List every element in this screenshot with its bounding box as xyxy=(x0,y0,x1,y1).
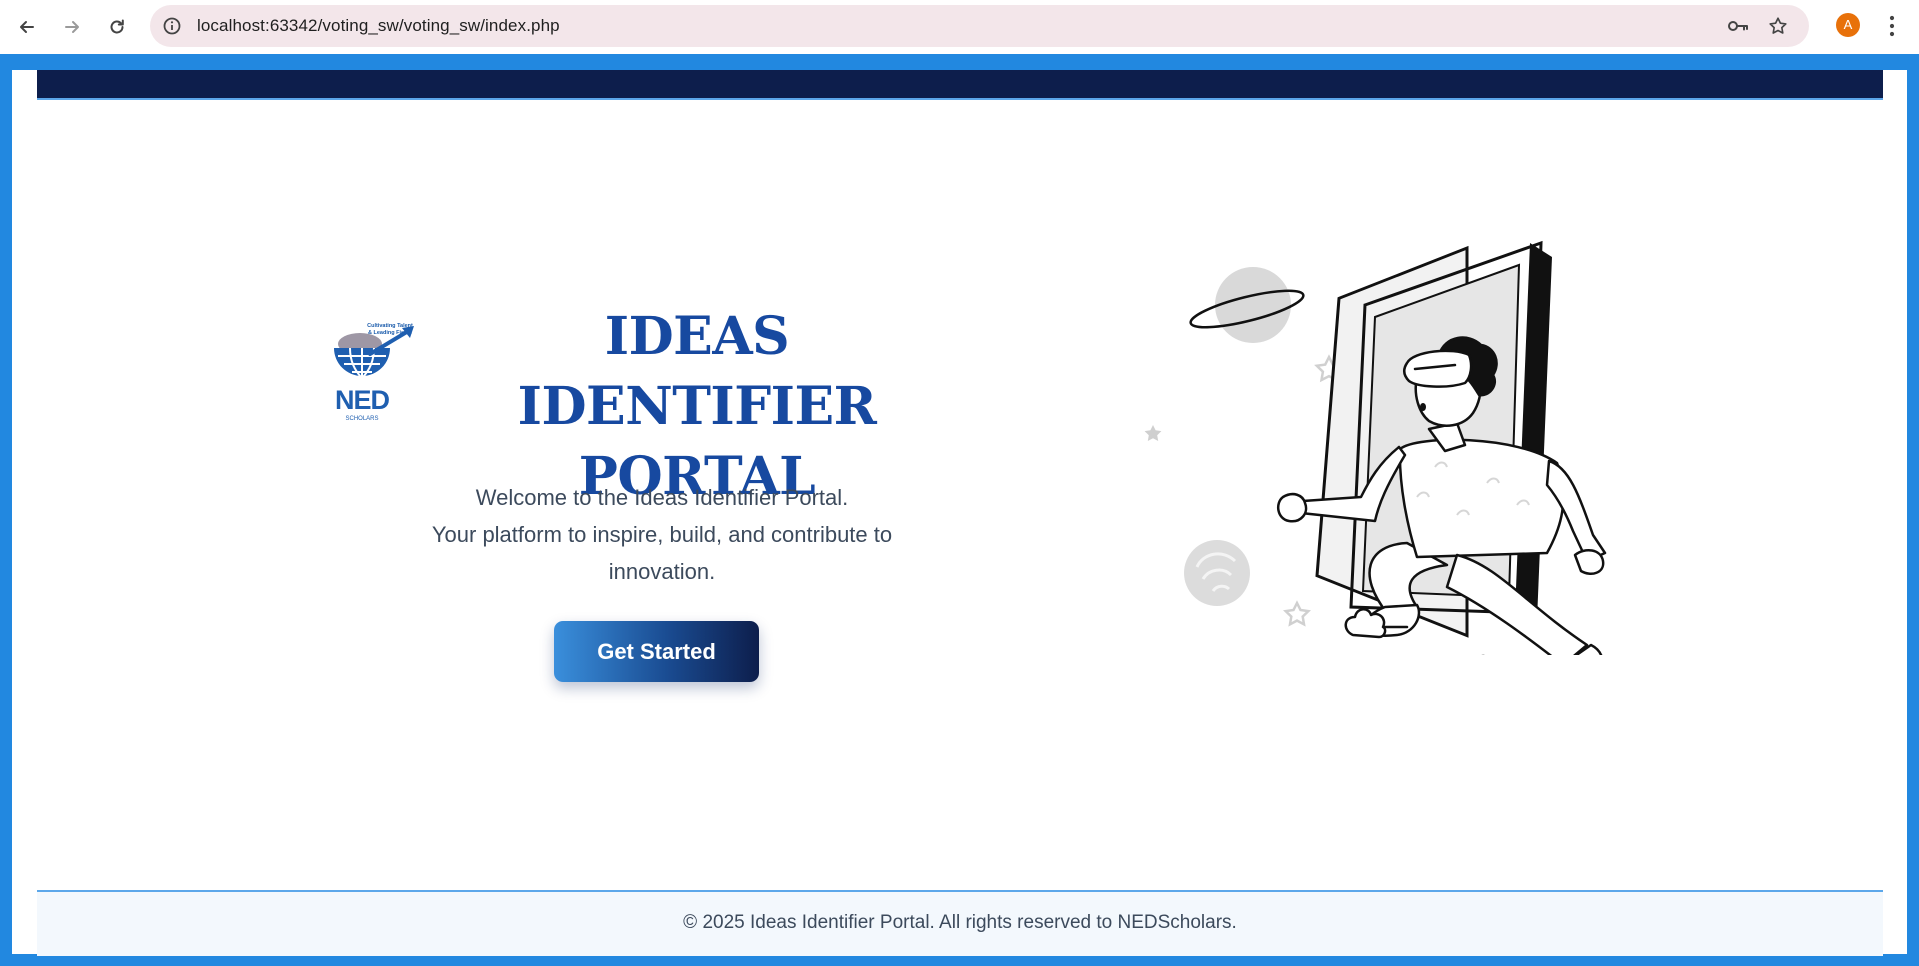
page-content: Cultivating Talent & Leading Fields NED … xyxy=(12,70,1907,956)
info-circle-icon[interactable] xyxy=(162,16,182,36)
welcome-line-3: innovation. xyxy=(608,559,716,584)
key-icon[interactable] xyxy=(1727,16,1749,36)
arrow-right-icon xyxy=(65,21,79,33)
kebab-menu-icon[interactable] xyxy=(1880,13,1904,39)
star-filled-icon xyxy=(1144,425,1162,441)
reload-button[interactable] xyxy=(101,11,133,43)
moon-icon xyxy=(1184,540,1250,606)
browser-toolbar: localhost:63342/voting_sw/voting_sw/inde… xyxy=(0,0,1919,54)
address-bar[interactable]: localhost:63342/voting_sw/voting_sw/inde… xyxy=(150,5,1809,47)
star-outline-icon xyxy=(1283,600,1311,627)
vr-person-illustration xyxy=(1144,240,1607,655)
planet-icon xyxy=(1189,267,1305,343)
reload-icon xyxy=(110,19,124,34)
welcome-line-1: Welcome to the Ideas Identifier Portal. xyxy=(475,485,849,510)
star-icon[interactable] xyxy=(1767,15,1789,37)
arrow-left-icon xyxy=(20,21,34,33)
welcome-text: Welcome to the Ideas Identifier Portal. … xyxy=(372,479,952,590)
logo-subtext: SCHOLARS xyxy=(345,416,378,422)
page-viewport: Cultivating Talent & Leading Fields NED … xyxy=(0,54,1919,966)
ned-scholars-logo: Cultivating Talent & Leading Fields NED … xyxy=(334,323,414,422)
url-text[interactable]: localhost:63342/voting_sw/voting_sw/inde… xyxy=(197,5,560,47)
logo-text: NED xyxy=(335,385,390,415)
forward-button[interactable] xyxy=(56,11,88,43)
profile-avatar[interactable]: A xyxy=(1836,13,1860,37)
title-line-1: IDEAS IDENTIFIER xyxy=(517,306,877,437)
top-navbar xyxy=(37,70,1883,98)
footer-copyright: © 2025 Ideas Identifier Portal. All righ… xyxy=(683,912,1237,933)
get-started-button[interactable]: Get Started xyxy=(554,621,759,682)
back-button[interactable] xyxy=(11,11,43,43)
welcome-line-2: Your platform to inspire, build, and con… xyxy=(431,522,893,547)
navbar-divider xyxy=(37,98,1883,100)
footer: © 2025 Ideas Identifier Portal. All righ… xyxy=(37,890,1883,956)
